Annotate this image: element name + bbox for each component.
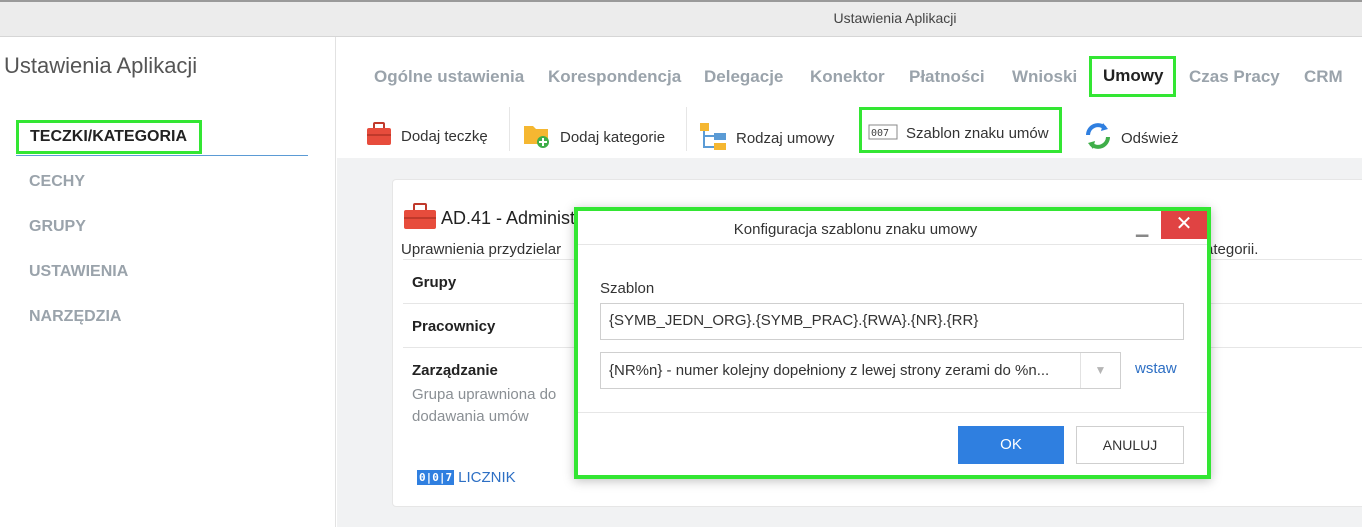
counter-label: LICZNIK [458,469,516,486]
contract-type-label: Rodzaj umowy [736,129,835,147]
minimize-icon[interactable]: ▁ [1136,221,1150,238]
close-icon[interactable]: ✕ [1161,211,1207,239]
tab-czas-pracy[interactable]: Czas Pracy [1189,67,1280,87]
sidebar-active-underline [16,155,308,156]
tab-korespondencja[interactable]: Korespondencja [548,67,681,87]
add-folder-button[interactable]: Dodaj teczkę [365,121,488,151]
toolbar-separator [686,107,687,151]
tab-konektor[interactable]: Konektor [810,67,885,87]
chevron-down-icon[interactable]: ▼ [1080,353,1120,388]
dialog-footer-divider [578,412,1207,413]
folder-add-icon [522,121,552,153]
tabs-toolbar-area: Ogólne ustawienia Korespondencja Delegac… [337,37,1362,158]
tab-platnosci[interactable]: Płatności [909,67,985,87]
row-label-zarzadzanie: Zarządzanie [412,362,498,379]
placeholder-select-value: {NR%n} - numer kolejny dopełniony z lewe… [609,362,1050,379]
counter-link[interactable]: 0|0|7 LICZNIK [417,469,516,486]
template-config-dialog: Konfiguracja szablonu znaku umowy ▁ ✕ Sz… [574,207,1211,479]
refresh-button[interactable]: Odśwież [1083,121,1179,155]
folder-title: AD.41 - Administ [403,202,575,235]
insert-link[interactable]: wstaw [1135,360,1177,377]
counter-icon: 007 [868,121,898,145]
sidebar-heading: Ustawienia Aplikacji [4,53,198,78]
briefcase-icon [365,121,393,151]
sidebar-item-narzedzia[interactable]: NARZĘDZIA [29,308,121,326]
window-title: Ustawienia Aplikacji [833,10,957,26]
add-category-button[interactable]: Dodaj kategorie [522,121,665,153]
sidebar-item-ustawienia[interactable]: USTAWIENIA [29,263,128,281]
folder-description: Uprawnienia przydzielar [401,241,562,258]
sidebar: Ustawienia Aplikacji TECZKI/KATEGORIA CE… [0,37,336,527]
tab-ogolne-ustawienia[interactable]: Ogólne ustawienia [374,67,524,87]
contract-type-button[interactable]: Rodzaj umowy [698,121,834,155]
tab-wnioski[interactable]: Wnioski [1012,67,1077,87]
add-category-label: Dodaj kategorie [560,128,666,146]
folder-title-text: AD.41 - Administ [441,208,576,228]
tab-delegacje[interactable]: Delegacje [704,67,783,87]
tab-crm[interactable]: CRM [1304,67,1343,87]
template-label: Szablon [600,280,655,297]
sidebar-item-grupy[interactable]: GRUPY [29,218,86,236]
cancel-button[interactable]: ANULUJ [1076,426,1184,464]
refresh-label: Odśwież [1121,129,1179,147]
svg-text:007: 007 [871,128,889,139]
briefcase-icon [403,202,437,235]
toolbar-separator [509,107,510,151]
counter-icon: 0|0|7 [417,470,455,485]
dialog-header-divider [578,244,1207,245]
add-folder-label: Dodaj teczkę [401,127,488,145]
row-label-pracownicy: Pracownicy [412,318,496,335]
dialog-title: Konfiguracja szablonu znaku umowy [733,221,978,238]
sidebar-item-cechy[interactable]: CECHY [29,173,85,191]
refresh-icon [1083,121,1113,155]
template-input[interactable]: {SYMB_JEDN_ORG}.{SYMB_PRAC}.{RWA}.{NR}.{… [600,303,1184,340]
folder-description-end: ategorii. [1205,241,1259,258]
sign-template-label: Szablon znaku umów [906,124,1049,142]
tab-umowy[interactable]: Umowy [1089,56,1176,97]
placeholder-select[interactable]: {NR%n} - numer kolejny dopełniony z lewe… [600,352,1121,389]
row-label-grupy: Grupy [412,274,457,291]
row-sub-zarzadzanie: Grupa uprawniona do dodawania umów [412,386,557,425]
sign-template-button[interactable]: 007 Szablon znaku umów [868,121,1049,145]
window-titlebar: Ustawienia Aplikacji [0,0,1362,37]
tree-structure-icon [698,121,728,155]
ok-button[interactable]: OK [958,426,1064,464]
sidebar-item-teczki-kategoria[interactable]: TECZKI/KATEGORIA [16,120,202,154]
